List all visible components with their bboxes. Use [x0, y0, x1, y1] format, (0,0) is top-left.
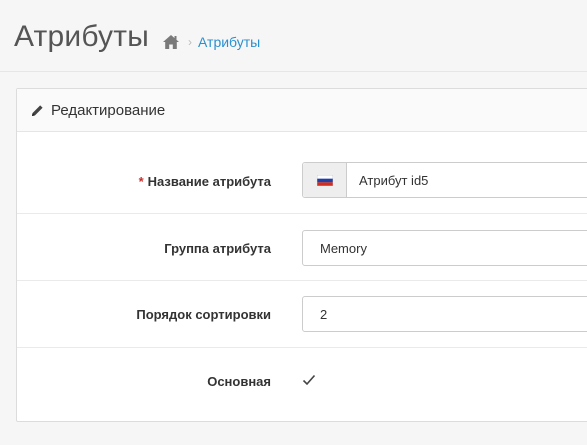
page-title: Атрибуты: [14, 20, 149, 53]
edit-panel: Редактирование * Название атрибута Атрибу…: [16, 88, 587, 422]
pencil-icon: [31, 104, 44, 117]
group-select[interactable]: Memory: [302, 230, 587, 266]
main-label: Основная: [207, 374, 271, 389]
home-icon[interactable]: [162, 34, 180, 50]
group-value: Memory: [320, 240, 367, 256]
ru-flag-icon: [316, 174, 333, 186]
name-field[interactable]: Атрибут id5: [302, 162, 587, 198]
sort-label: Порядок сортировки: [136, 307, 271, 322]
form-row-main: Основная: [17, 348, 587, 422]
sort-value: 2: [320, 306, 328, 322]
check-icon[interactable]: [302, 373, 316, 387]
language-addon: [303, 163, 347, 197]
sort-order-input[interactable]: 2: [302, 296, 587, 332]
group-label: Группа атрибута: [164, 241, 271, 256]
required-mark: *: [138, 174, 144, 189]
panel-heading-label: Редактирование: [51, 101, 166, 119]
form-row-group: Группа атрибута Memory: [17, 214, 587, 281]
form-row-sort: Порядок сортировки 2: [17, 281, 587, 348]
page-header: Атрибуты › Атрибуты: [0, 0, 587, 72]
name-label: * Название атрибута: [138, 174, 271, 189]
breadcrumb: › Атрибуты: [162, 34, 260, 50]
panel-heading: Редактирование: [17, 89, 587, 132]
breadcrumb-link-attributes[interactable]: Атрибуты: [198, 34, 260, 50]
form-row-name: * Название атрибута Атрибут id5: [17, 132, 587, 214]
breadcrumb-separator: ›: [188, 35, 192, 49]
name-value: Атрибут id5: [359, 172, 429, 188]
